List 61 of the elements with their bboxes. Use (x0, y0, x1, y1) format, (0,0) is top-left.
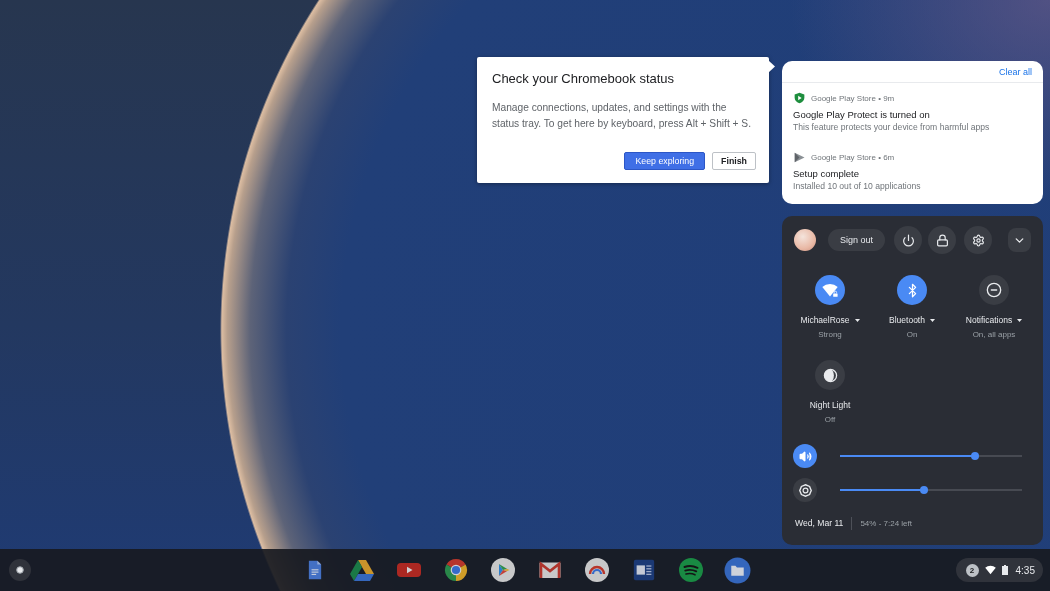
avatar-icon (794, 229, 816, 251)
dialog-message: Manage connections, updates, and settings with the status tray. To get here by keyboard, press Alt + Shift + S. (492, 101, 752, 131)
stacked-arcs-icon (677, 557, 704, 583)
caret-icon[interactable] (854, 318, 860, 322)
triangle-icon (348, 557, 375, 583)
dialog-title: Check your Chromebook status (492, 71, 675, 87)
tile-label: Notifications (965, 315, 1013, 325)
clear-all-link[interactable]: Clear all (999, 66, 1032, 77)
speaker-icon (798, 449, 812, 463)
lock-icon (935, 233, 949, 247)
power-button[interactable] (894, 226, 923, 254)
wifi-icon (822, 283, 838, 297)
tile-label: Night Light (809, 400, 851, 410)
slider-thumb[interactable] (970, 452, 979, 460)
brightness-button[interactable] (793, 478, 817, 502)
slider-thumb[interactable] (919, 486, 928, 494)
launcher-button[interactable] (9, 559, 31, 581)
tricolor-circle-icon (442, 557, 469, 583)
dialog-button[interactable]: Finish (712, 152, 756, 170)
battery-status: 54% - 7:24 left (860, 518, 912, 528)
notification-title: Google Play Protect is turned on (793, 109, 930, 121)
notification-body: Installed 10 out of 10 applications (793, 181, 921, 192)
date-text: Wed, Mar 11 (795, 518, 844, 528)
sign-out-button[interactable]: Sign out (828, 229, 886, 251)
folder-icon (724, 556, 751, 584)
tile-status: On (906, 329, 918, 341)
clock-time: 4:35 (1015, 564, 1035, 576)
shield-play-icon (794, 92, 805, 104)
wifi-toggle-button[interactable] (815, 275, 845, 305)
caret-icon[interactable] (929, 318, 935, 322)
settings-button[interactable] (964, 226, 993, 254)
collapse-button[interactable] (1008, 228, 1031, 252)
tile-status: Off (824, 414, 836, 426)
power-icon (901, 233, 915, 247)
lock-button[interactable] (928, 226, 957, 254)
minus-circle-icon (986, 282, 1002, 298)
tile-status: On, all apps (972, 329, 1016, 341)
wifi-icon (984, 565, 996, 575)
document-lines-icon (631, 558, 656, 582)
notification-source: Google Play Store • 9m (811, 92, 895, 104)
notification-body: This feature protects your device from harmful apps (793, 122, 990, 133)
notification-source: Google Play Store • 6m (811, 152, 895, 163)
notification-title: Setup complete (793, 168, 859, 180)
night-light-toggle-button[interactable] (815, 360, 845, 390)
play-triangle-icon (794, 152, 805, 163)
battery-icon (1001, 565, 1008, 575)
status-tray-button[interactable]: 2 4:35 (955, 558, 1043, 582)
notification-count-badge: 2 (965, 563, 979, 577)
brightness-icon (798, 483, 812, 497)
tile-status: Strong (818, 329, 842, 341)
dot-icon (16, 566, 24, 574)
tile-label: Bluetooth (889, 315, 925, 325)
bluetooth-toggle-button[interactable] (897, 275, 927, 305)
caret-icon[interactable] (1017, 318, 1023, 322)
rainbow-arc-icon (583, 557, 610, 583)
settings-icon (971, 233, 985, 247)
dialog-button[interactable]: Keep exploring (624, 152, 706, 170)
volume-button[interactable] (793, 444, 817, 468)
tile-label: MichaelRose (800, 315, 850, 325)
notifications-toggle-button[interactable] (979, 275, 1009, 305)
crescent-moon-icon (822, 367, 838, 383)
